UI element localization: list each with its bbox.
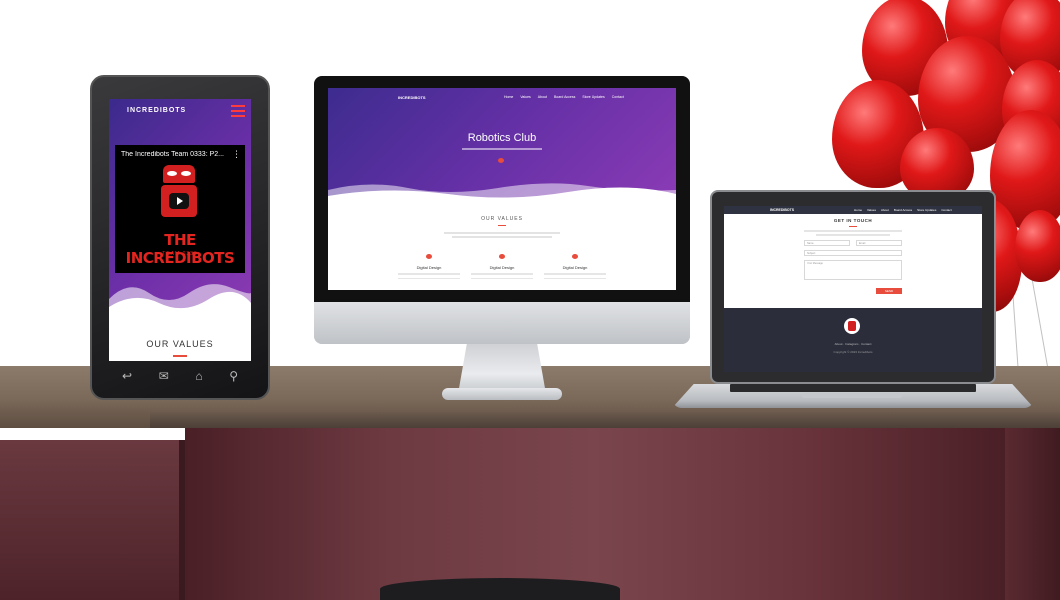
nav-home[interactable]: Home [504, 95, 513, 99]
mail-icon[interactable]: ✉ [159, 369, 169, 383]
laptop-mockup: INCREDIBOTS Home Values About Board Acce… [710, 190, 996, 384]
play-icon[interactable] [169, 193, 189, 209]
team-logo-icon [844, 318, 860, 334]
title-underline [498, 225, 506, 226]
back-icon[interactable]: ↩ [122, 369, 132, 383]
nav-board-access[interactable]: Board Access [554, 95, 575, 99]
contact-text-line [816, 234, 890, 236]
value-column: Digital Design [467, 254, 537, 279]
site-brand[interactable]: INCREDIBOTS [398, 95, 426, 100]
desk-drawer [0, 440, 185, 600]
nav-store-updates[interactable]: Store Updates [582, 95, 604, 99]
heart-icon [498, 158, 504, 163]
section-title: OUR VALUES [146, 339, 214, 349]
site-header: INCREDIBOTS Home Values About Board Acce… [724, 206, 982, 214]
hero-title: Robotics Club [467, 132, 537, 144]
title-underline [173, 355, 187, 357]
monitor-bezel: INCREDIBOTS Home Values About Board Acce… [314, 76, 690, 302]
nav-board-access[interactable]: Board Access [894, 208, 912, 212]
contact-title: GET IN TOUCH [833, 218, 873, 223]
send-button[interactable]: SEND [876, 288, 902, 294]
wave-divider [328, 183, 676, 202]
contact-text-line [804, 230, 902, 232]
values-text-line [452, 236, 552, 238]
phone-nav-bar: ↩ ✉ ⌂ ⚲ [122, 369, 238, 383]
desk-edge [150, 412, 1060, 428]
message-field[interactable]: Your Message [804, 260, 902, 280]
value-column: Digital Design [540, 254, 610, 279]
nav-values[interactable]: Values [520, 95, 530, 99]
hero-subtitle [462, 148, 542, 150]
phone-screen: INCREDIBOTS The Incredibots Team 0333: P… [109, 99, 251, 361]
site-nav: Home Values About Board Access Store Upd… [504, 95, 624, 99]
email-field[interactable]: Email [856, 240, 902, 246]
phone-mockup: INCREDIBOTS The Incredibots Team 0333: P… [90, 75, 270, 400]
laptop-trackpad-notch [802, 393, 902, 398]
nav-contact[interactable]: Contact [941, 208, 951, 212]
value-label: Digital Design [489, 265, 515, 270]
footer-links[interactable]: About · Instagram · Contact [724, 342, 982, 346]
title-underline [849, 226, 857, 227]
nav-store-updates[interactable]: Store Updates [917, 208, 936, 212]
nav-about[interactable]: About [881, 208, 889, 212]
site-brand[interactable]: INCREDIBOTS [770, 208, 794, 212]
nav-about[interactable]: About [538, 95, 547, 99]
desk-leg [1005, 428, 1060, 600]
video-embed[interactable]: The Incredibots Team 0333: P2... ⋮ THE I… [115, 145, 245, 273]
monitor-stand [458, 344, 546, 394]
values-title: OUR VALUES [481, 216, 523, 222]
video-logo-sub: TEAM 0333 [162, 251, 198, 257]
name-field[interactable]: Name [804, 240, 850, 246]
heart-icon [499, 254, 505, 259]
video-logo-text: THE INCREDIBOTS [125, 231, 235, 267]
nav-values[interactable]: Values [867, 208, 876, 212]
values-text-line [444, 232, 560, 234]
desktop-monitor: INCREDIBOTS Home Values About Board Acce… [314, 76, 690, 344]
value-label: Digital Design [416, 265, 442, 270]
site-nav: Home Values About Board Access Store Upd… [854, 208, 952, 212]
value-label: Digital Design [562, 265, 588, 270]
video-title[interactable]: The Incredibots Team 0333: P2... [121, 151, 233, 158]
site-footer: About · Instagram · Contact Copyright © … [724, 308, 982, 372]
home-icon[interactable]: ⌂ [195, 369, 202, 383]
mockup-scene: INCREDIBOTS The Incredibots Team 0333: P… [0, 0, 1060, 600]
value-column: Digital Design [394, 254, 464, 279]
search-icon[interactable]: ⚲ [229, 369, 238, 383]
more-options-icon[interactable]: ⋮ [232, 149, 241, 160]
monitor-screen: INCREDIBOTS Home Values About Board Acce… [328, 88, 676, 290]
robot-mask-icon [163, 165, 195, 183]
hamburger-menu-icon[interactable] [231, 105, 245, 117]
laptop-keyboard [730, 384, 976, 392]
laptop-screen: INCREDIBOTS Home Values About Board Acce… [724, 206, 982, 372]
heart-icon [572, 254, 578, 259]
nav-home[interactable]: Home [854, 208, 862, 212]
heart-icon [426, 254, 432, 259]
copyright: Copyright © 2023 Incredibots [833, 350, 873, 354]
desk-body [185, 428, 1005, 600]
monitor-chin [314, 302, 690, 344]
chair-base [380, 578, 620, 600]
nav-contact[interactable]: Contact [612, 95, 624, 99]
phone-brand[interactable]: INCREDIBOTS [127, 107, 186, 114]
subject-field[interactable]: Subject [804, 250, 902, 256]
monitor-stand-base [442, 388, 562, 400]
wave-divider [109, 284, 251, 321]
